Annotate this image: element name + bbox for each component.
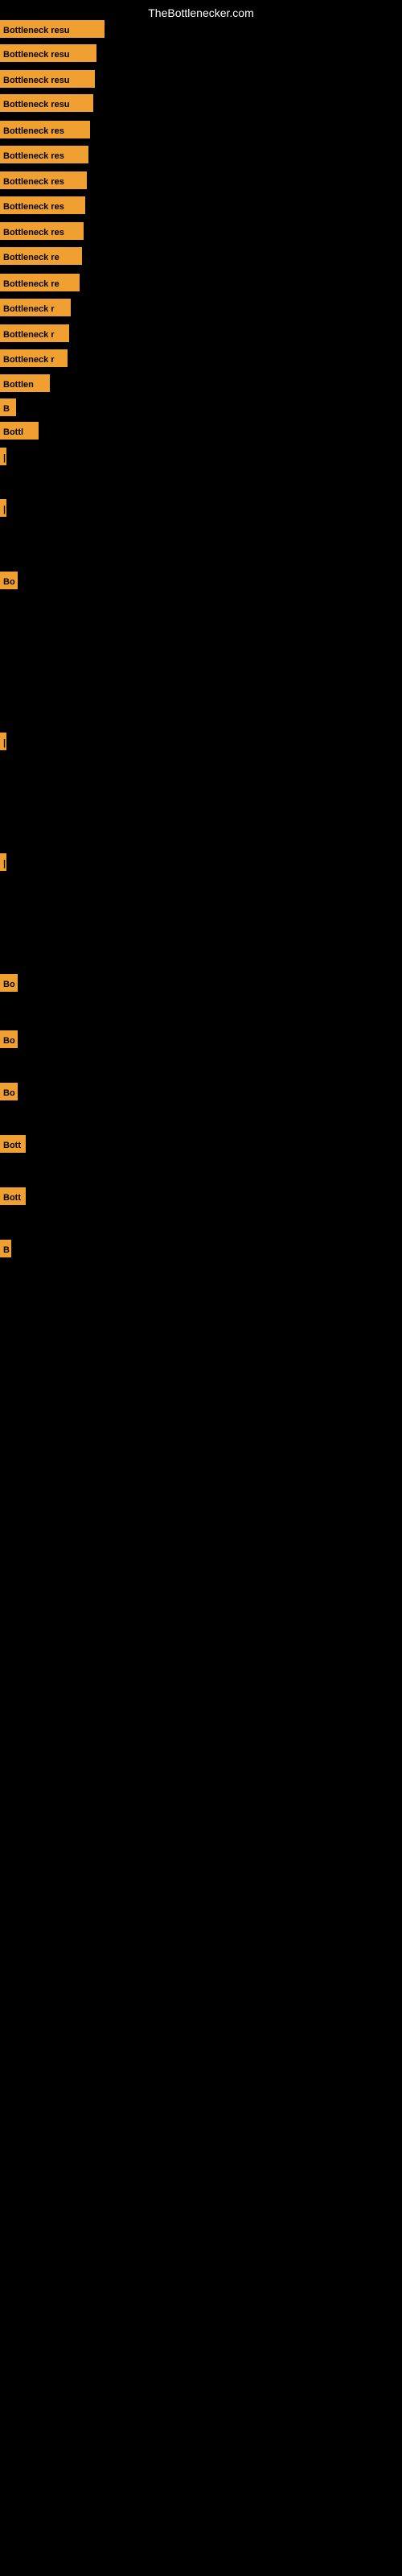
bottleneck-item: | [0, 448, 6, 465]
bottleneck-item: Bottleneck resu [0, 44, 96, 62]
bottleneck-item: | [0, 853, 6, 871]
bottleneck-item: Bottleneck resu [0, 94, 93, 112]
bottleneck-item: Bottleneck resu [0, 70, 95, 88]
bottleneck-item: Bottleneck r [0, 299, 71, 316]
bottleneck-item: Bottleneck res [0, 146, 88, 163]
bottleneck-item: Bottleneck res [0, 196, 85, 214]
bottleneck-item: Bottleneck resu [0, 20, 105, 38]
bottleneck-item: Bottleneck res [0, 171, 87, 189]
bottleneck-item: Bo [0, 1030, 18, 1048]
bottleneck-item: Bo [0, 572, 18, 589]
bottleneck-item: Bottleneck res [0, 222, 84, 240]
bottleneck-item: Bottleneck re [0, 247, 82, 265]
bottleneck-item: Bott [0, 1187, 26, 1205]
bottleneck-item: | [0, 733, 6, 750]
bottleneck-item: Bottlen [0, 374, 50, 392]
bottleneck-item: Bottleneck r [0, 324, 69, 342]
bottleneck-item: Bottleneck re [0, 274, 80, 291]
bottleneck-item: Bo [0, 1083, 18, 1100]
bottleneck-item: B [0, 1240, 11, 1257]
bottleneck-item: Bottl [0, 422, 39, 440]
bottleneck-item: | [0, 499, 6, 517]
bottleneck-item: Bottleneck res [0, 121, 90, 138]
bottleneck-item: Bott [0, 1135, 26, 1153]
bottleneck-item: B [0, 398, 16, 416]
bottleneck-item: Bottleneck r [0, 349, 68, 367]
bottleneck-item: Bo [0, 974, 18, 992]
